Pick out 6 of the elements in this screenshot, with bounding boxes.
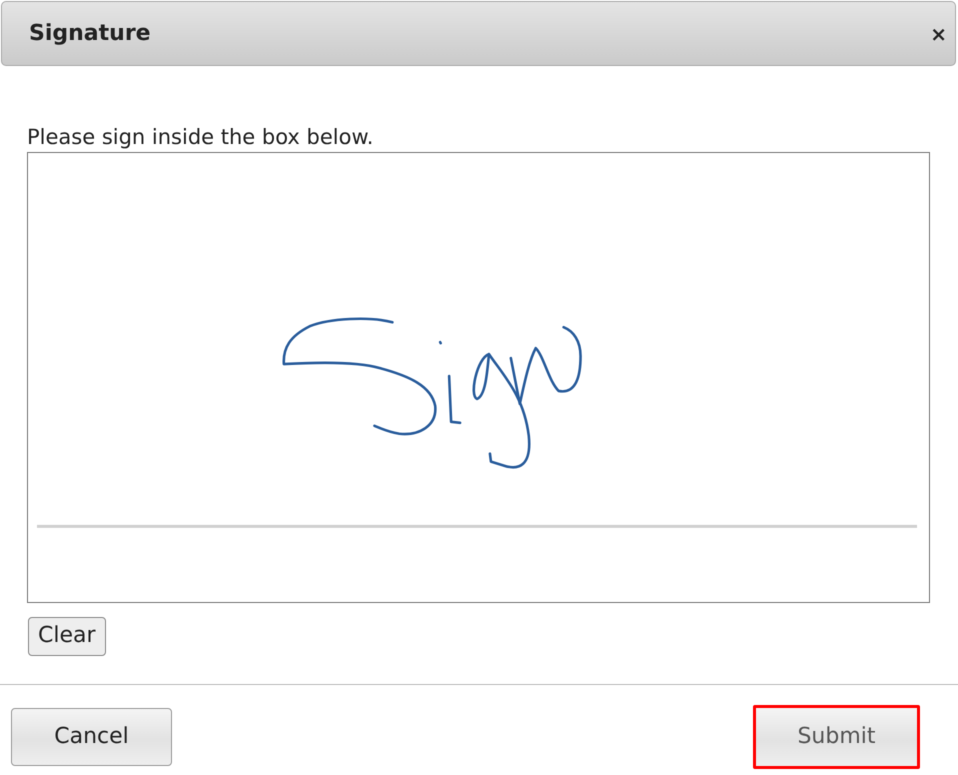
close-button[interactable]: ×	[930, 24, 947, 44]
signature-pad[interactable]	[27, 152, 930, 603]
instruction-text: Please sign inside the box below.	[27, 124, 374, 151]
dialog-title: Signature	[29, 20, 151, 48]
clear-button[interactable]: Clear	[28, 617, 106, 656]
cancel-button[interactable]: Cancel	[11, 708, 172, 766]
